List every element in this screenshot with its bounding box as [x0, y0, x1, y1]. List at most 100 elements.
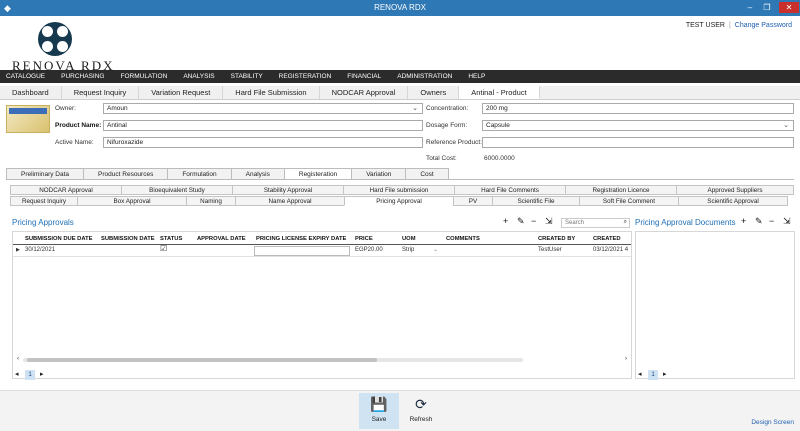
- reference-product-label: Reference Product:: [426, 139, 483, 146]
- concentration-label: Concentration:: [426, 105, 469, 112]
- tab-analysis[interactable]: Analysis: [230, 168, 285, 179]
- cell-uom[interactable]: Strip: [402, 247, 414, 253]
- tab-hard-file-submission-sub[interactable]: Hard File submission: [343, 185, 455, 195]
- change-password-link[interactable]: Change Password: [735, 22, 792, 29]
- col-submission-date[interactable]: SUBMISSION DATE: [101, 236, 155, 242]
- tab-naming[interactable]: Naming: [186, 196, 236, 206]
- scrollbar-thumb[interactable]: [27, 358, 377, 362]
- product-name-field[interactable]: Antinal: [103, 120, 423, 131]
- tab-cost[interactable]: Cost: [405, 168, 449, 179]
- col-created[interactable]: CREATED: [593, 236, 621, 242]
- col-comments[interactable]: COMMENTS: [446, 236, 480, 242]
- tab-variation-request[interactable]: Variation Request: [139, 86, 224, 99]
- tab-product-resources[interactable]: Product Resources: [83, 168, 169, 179]
- col-price[interactable]: PRICE: [355, 236, 373, 242]
- active-name-field[interactable]: Nifuroxazide: [103, 137, 423, 148]
- col-submission-due-date[interactable]: SUBMISSION DUE DATE: [25, 236, 93, 242]
- owner-label: Owner:: [55, 105, 76, 112]
- menu-stability[interactable]: STABILITY: [231, 73, 263, 80]
- tab-hard-file-submission[interactable]: Hard File Submission: [223, 86, 320, 99]
- menu-help[interactable]: HELP: [468, 73, 485, 80]
- save-label: Save: [371, 416, 387, 423]
- delete-icon[interactable]: −: [531, 216, 536, 226]
- chevron-down-icon[interactable]: ⌄: [433, 246, 438, 253]
- search-icon: ⌕: [623, 219, 627, 225]
- next-page-icon[interactable]: ▸: [40, 370, 44, 378]
- horizontal-scrollbar[interactable]: [23, 358, 523, 362]
- export-icon[interactable]: ⇲: [545, 216, 553, 227]
- minimize-button[interactable]: –: [742, 2, 758, 13]
- scroll-right-icon[interactable]: ›: [625, 356, 627, 362]
- tab-approved-suppliers[interactable]: Approved Suppliers: [676, 185, 794, 195]
- save-icon: 💾: [370, 396, 388, 412]
- tab-soft-file-comment[interactable]: Soft File Comment: [579, 196, 679, 206]
- prev-page-icon[interactable]: ◂: [15, 370, 19, 378]
- refresh-icon: ⟳: [415, 396, 427, 412]
- tab-stability-approval[interactable]: Stability Approval: [232, 185, 344, 195]
- save-button[interactable]: 💾 Save: [359, 393, 399, 429]
- tab-variation[interactable]: Variation: [351, 168, 407, 179]
- tab-registration-licence[interactable]: Registration Licence: [565, 185, 677, 195]
- col-status[interactable]: STATUS: [160, 236, 182, 242]
- tab-hard-file-comments[interactable]: Hard File Comments: [454, 185, 566, 195]
- reference-product-field[interactable]: [482, 137, 794, 148]
- menu-purchasing[interactable]: PURCHASING: [61, 73, 104, 80]
- menu-analysis[interactable]: ANALYSIS: [183, 73, 214, 80]
- tab-nodcar-approval[interactable]: NODCAR Approval: [320, 86, 409, 99]
- tab-bioequivalent-study[interactable]: Bioequivalent Study: [121, 185, 233, 195]
- tab-nodcar-approval-sub[interactable]: NODCAR Approval: [10, 185, 122, 195]
- tab-registeration[interactable]: Registeration: [283, 168, 353, 179]
- tab-scientific-file[interactable]: Scientific File: [492, 196, 580, 206]
- owner-select[interactable]: Amoun ⌄: [103, 103, 423, 114]
- tab-antinal-product[interactable]: Antinal - Product: [459, 86, 540, 99]
- subtabs-row-top: NODCAR Approval Bioequivalent Study Stab…: [10, 185, 794, 195]
- table-row[interactable]: ▶ 30/12/2021 ☑ EGP20.00 Strip ⌄ TestUser…: [13, 244, 631, 257]
- col-approval-date[interactable]: APPROVAL DATE: [197, 236, 246, 242]
- tabs-divider: [6, 179, 794, 180]
- docs-prev-page-icon[interactable]: ◂: [638, 370, 642, 378]
- add-icon[interactable]: +: [503, 216, 508, 226]
- menu-registeration[interactable]: REGISTERATION: [279, 73, 332, 80]
- tab-pv[interactable]: PV: [453, 196, 493, 206]
- col-pricing-license-expiry-date[interactable]: PRICING LICENSE EXPIRY DATE: [256, 236, 346, 242]
- close-button[interactable]: ✕: [779, 2, 799, 13]
- tab-name-approval[interactable]: Name Approval: [235, 196, 345, 206]
- col-created-by[interactable]: CREATED BY: [538, 236, 575, 242]
- refresh-label: Refresh: [409, 416, 433, 423]
- menu-formulation[interactable]: FORMULATION: [120, 73, 167, 80]
- tab-dashboard[interactable]: Dashboard: [0, 86, 62, 99]
- tab-request-inquiry[interactable]: Request Inquiry: [62, 86, 140, 99]
- delete-document-icon[interactable]: −: [769, 216, 774, 226]
- edit-icon[interactable]: ✎: [517, 216, 525, 227]
- docs-next-page-icon[interactable]: ▸: [663, 370, 667, 378]
- docs-page-number[interactable]: 1: [648, 370, 658, 380]
- tab-preliminary-data[interactable]: Preliminary Data: [6, 168, 85, 179]
- design-screen-link[interactable]: Design Screen: [751, 419, 794, 426]
- pricing-approvals-title: Pricing Approvals: [12, 218, 74, 227]
- menu-financial[interactable]: FINANCIAL: [347, 73, 381, 80]
- col-uom[interactable]: UOM: [402, 236, 416, 242]
- tab-pricing-approval[interactable]: Pricing Approval: [344, 196, 454, 206]
- search-input[interactable]: Search ⌕: [561, 218, 630, 228]
- refresh-button[interactable]: ⟳ Refresh: [401, 393, 441, 429]
- title-bar: ◆ RENOVA RDX – ❐ ✕: [0, 0, 800, 16]
- concentration-field[interactable]: 200 mg: [482, 103, 794, 114]
- more-document-icon[interactable]: ⇲: [783, 216, 791, 227]
- dosage-form-select[interactable]: Capsule ⌄: [482, 120, 794, 131]
- edit-document-icon[interactable]: ✎: [755, 216, 763, 227]
- scroll-left-icon[interactable]: ‹: [17, 356, 19, 362]
- status-checkbox[interactable]: ☑: [160, 244, 167, 253]
- add-document-icon[interactable]: +: [741, 216, 746, 226]
- menu-administration[interactable]: ADMINISTRATION: [397, 73, 452, 80]
- tab-request-inquiry-sub[interactable]: Request Inquiry: [10, 196, 78, 206]
- cell-price: EGP20.00: [355, 247, 383, 253]
- tab-box-approval[interactable]: Box Approval: [77, 196, 187, 206]
- tab-scientific-approval[interactable]: Scientific Approval: [678, 196, 788, 206]
- page-number[interactable]: 1: [25, 370, 35, 380]
- chevron-down-icon: ⌄: [783, 122, 789, 129]
- menu-catalogue[interactable]: CATALOGUE: [6, 73, 45, 80]
- expiry-date-input[interactable]: [254, 246, 350, 256]
- tab-owners[interactable]: Owners: [408, 86, 460, 99]
- maximize-button[interactable]: ❐: [759, 2, 775, 13]
- tab-formulation[interactable]: Formulation: [167, 168, 232, 179]
